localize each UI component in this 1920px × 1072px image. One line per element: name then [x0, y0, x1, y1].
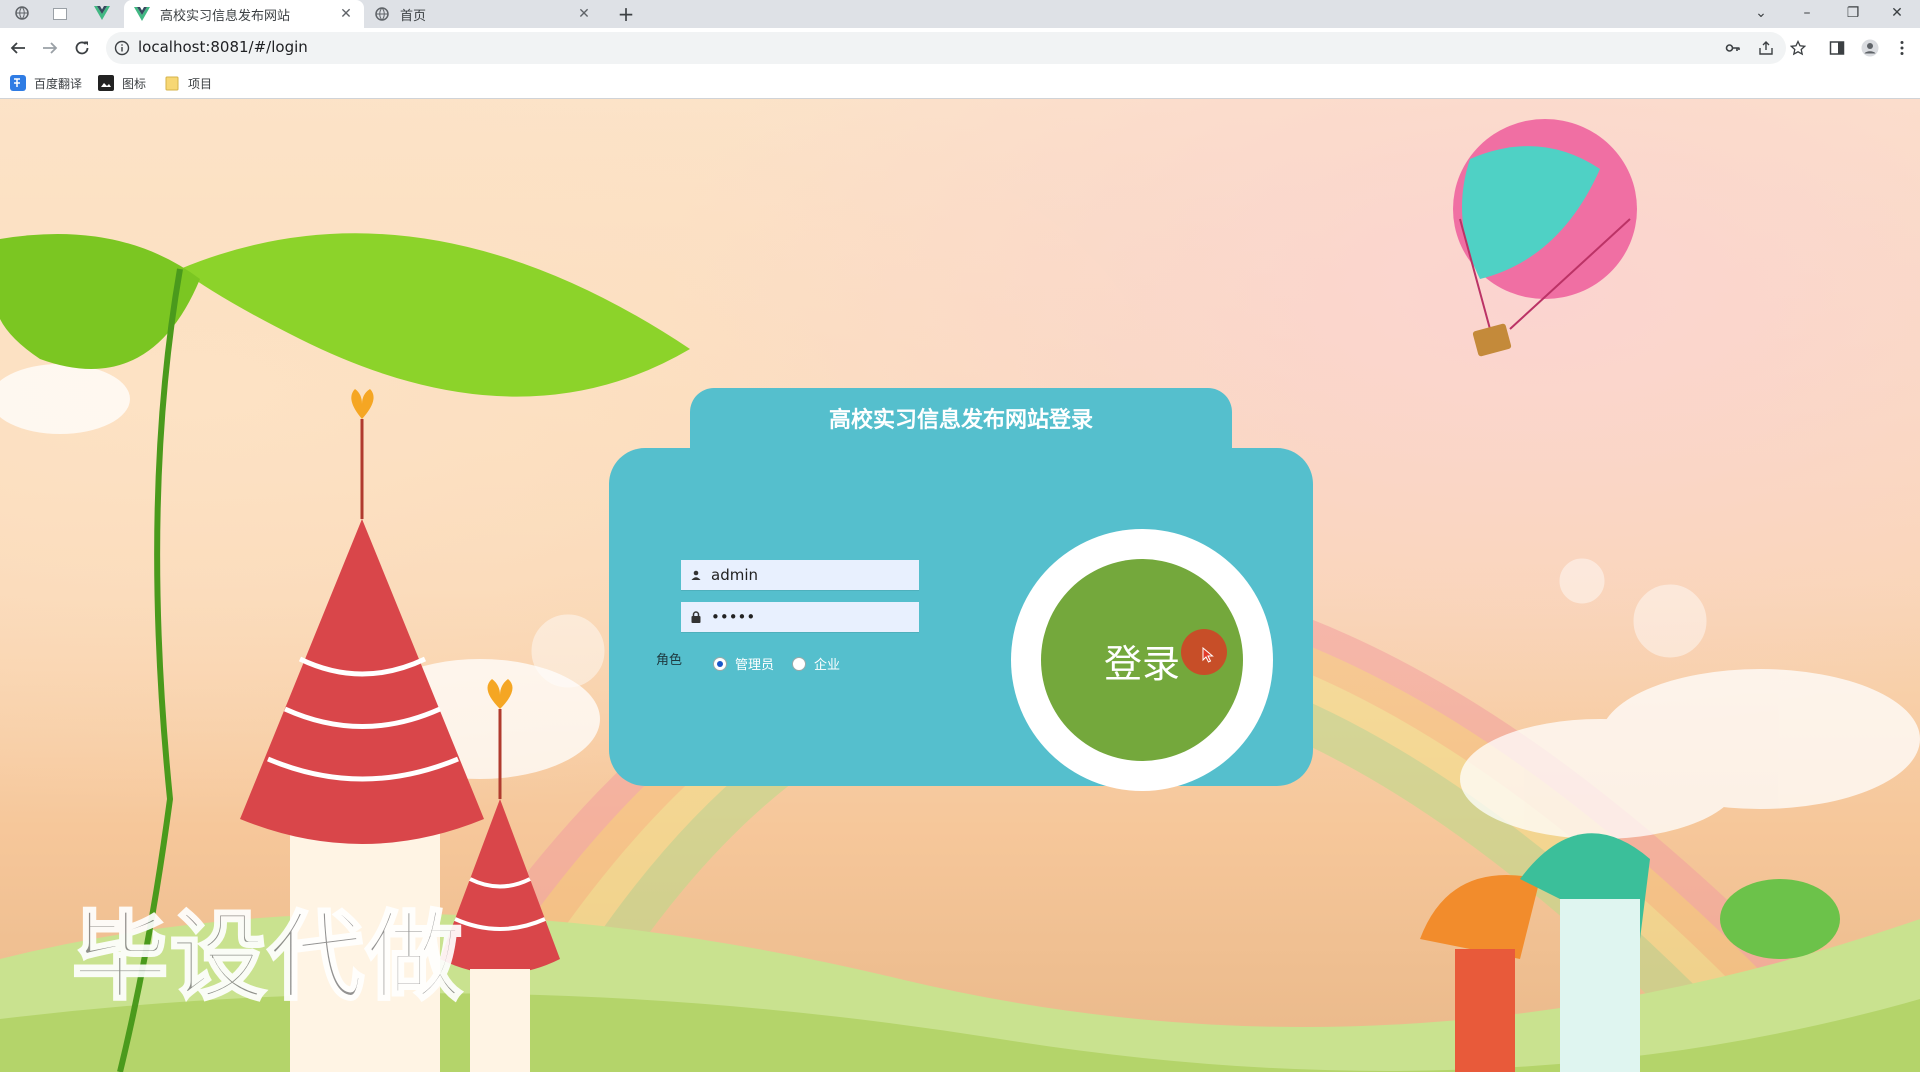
minimize-icon[interactable]: –	[1784, 0, 1830, 28]
bookmark-baidu-translate[interactable]: 百度翻译	[10, 74, 82, 92]
tab-title: 高校实习信息发布网站	[160, 8, 291, 24]
profile-avatar-icon[interactable]	[1860, 38, 1880, 58]
user-icon	[689, 567, 703, 583]
vue-logo-icon	[134, 6, 150, 22]
hot-air-balloon	[1453, 119, 1637, 357]
pinned-tab-globe[interactable]	[12, 4, 32, 24]
url-text: localhost:8081/#/login	[138, 38, 308, 56]
bookmark-label: 项目	[188, 76, 213, 91]
tab-close-icon[interactable]: ✕	[338, 6, 354, 22]
login-card: 高校实习信息发布网站登录 角色 管理员 企业 登录	[609, 388, 1313, 791]
bookmark-label: 图标	[122, 76, 147, 91]
page-icon	[53, 5, 67, 24]
tab-login[interactable]: 高校实习信息发布网站 ✕	[124, 0, 364, 28]
login-page: 高校实习信息发布网站登录 角色 管理员 企业 登录 毕设代做	[0, 99, 1920, 1072]
reload-icon[interactable]	[70, 36, 94, 60]
login-title: 高校实习信息发布网站登录	[828, 408, 1093, 433]
pinned-tab-blank[interactable]	[50, 4, 70, 24]
globe-icon	[374, 6, 390, 22]
image-icon	[98, 75, 114, 91]
key-icon[interactable]	[1723, 38, 1743, 58]
globe-icon	[15, 5, 29, 24]
pinned-tab-vue[interactable]	[92, 4, 112, 24]
forward-arrow-icon[interactable]	[38, 36, 62, 60]
bookmark-icons[interactable]: 图标	[98, 74, 146, 92]
role-label-company: 企业	[814, 658, 841, 673]
role-label-admin: 管理员	[735, 658, 775, 673]
side-panel-icon[interactable]	[1827, 38, 1847, 58]
tab-close-icon[interactable]: ✕	[576, 6, 592, 22]
watermark-text: 毕设代做	[71, 900, 464, 1015]
bookmark-projects-folder[interactable]: 项目	[164, 74, 212, 92]
folder-icon	[164, 75, 180, 91]
password-input[interactable]	[711, 602, 911, 632]
role-label: 角色	[656, 653, 683, 668]
more-menu-icon[interactable]	[1892, 38, 1912, 58]
leaf	[180, 233, 690, 397]
username-field[interactable]	[681, 560, 919, 590]
role-radio-admin[interactable]	[713, 657, 727, 671]
username-input[interactable]	[711, 560, 911, 590]
tab-strip: 高校实习信息发布网站 ✕ 首页 ✕ + ⌄ – ❐ ✕	[0, 0, 1920, 28]
browser-toolbar: localhost:8081/#/login	[0, 28, 1920, 68]
lock-icon	[689, 609, 703, 625]
close-window-icon[interactable]: ✕	[1874, 0, 1920, 28]
tab-search-chevron-icon[interactable]: ⌄	[1738, 0, 1784, 28]
bookmark-label: 百度翻译	[34, 76, 83, 91]
site-info-icon[interactable]	[114, 40, 130, 56]
vue-logo-icon	[94, 5, 110, 24]
bookmarks-bar: 百度翻译 图标 项目	[0, 68, 1920, 99]
password-field[interactable]	[681, 602, 919, 632]
translate-icon	[10, 75, 26, 91]
tab-home[interactable]: 首页 ✕	[366, 0, 602, 28]
back-arrow-icon[interactable]	[6, 36, 30, 60]
bookmark-star-icon[interactable]	[1788, 38, 1808, 58]
role-radio-company[interactable]	[792, 657, 806, 671]
tab-title: 首页	[400, 8, 427, 24]
share-icon[interactable]	[1756, 38, 1776, 58]
mouse-pointer-icon	[1202, 647, 1214, 663]
address-bar[interactable]: localhost:8081/#/login	[106, 32, 1786, 64]
new-tab-button[interactable]: +	[614, 2, 638, 26]
restore-icon[interactable]: ❐	[1830, 0, 1876, 28]
